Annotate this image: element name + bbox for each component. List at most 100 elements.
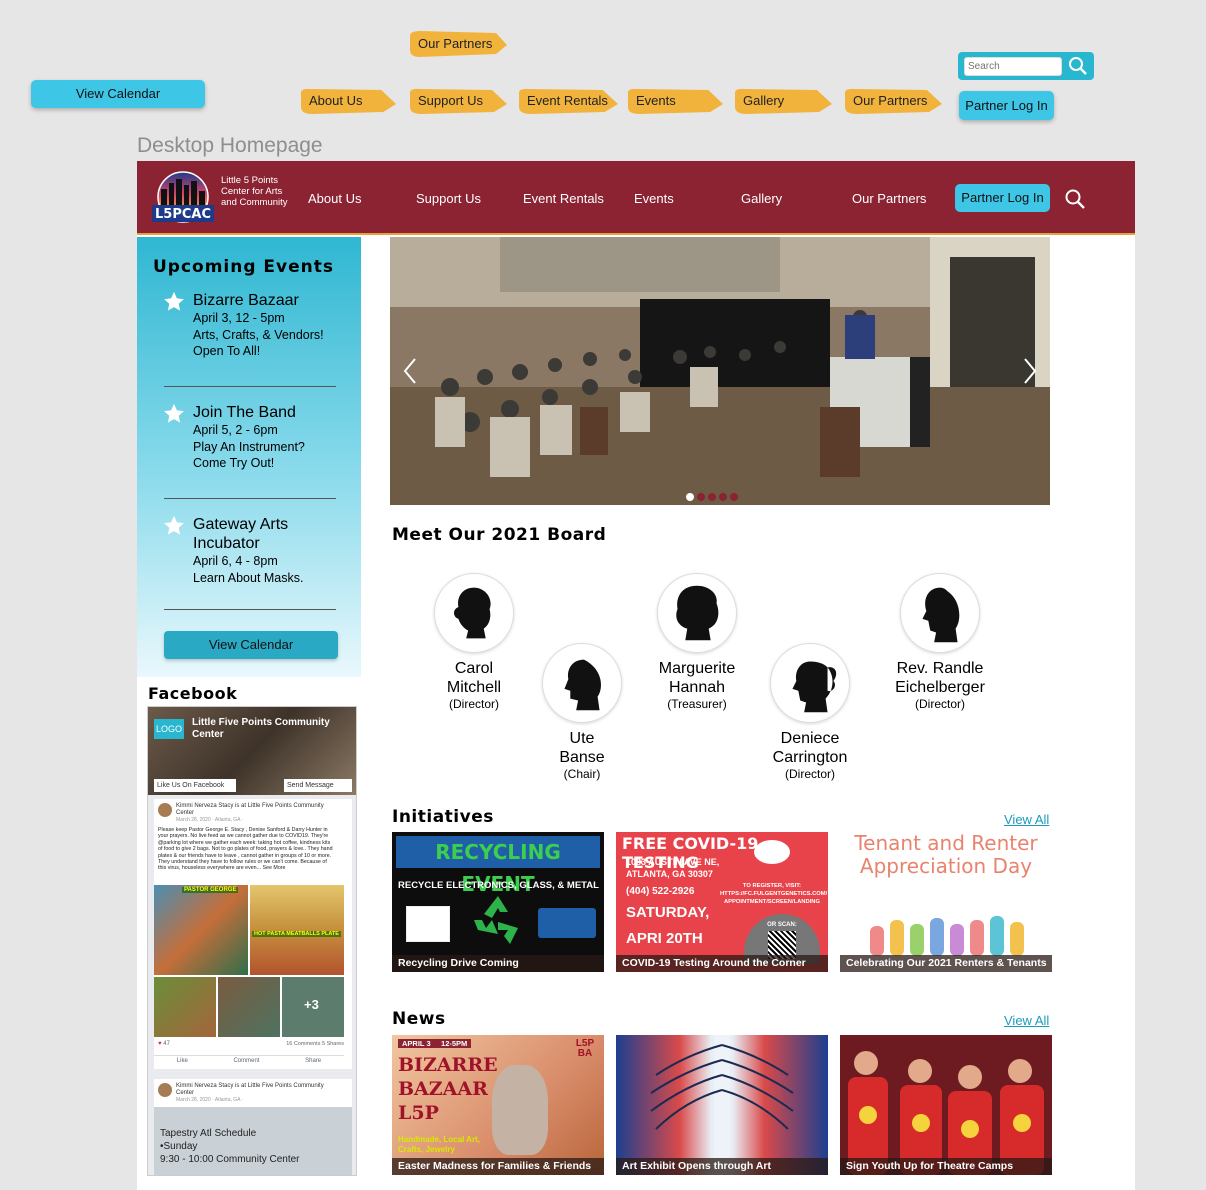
event-detail: April 3, 12 - 5pm: [193, 311, 285, 325]
board-member[interactable]: Carol Mitchell (Director): [414, 573, 534, 711]
silhouette-avatar: [657, 573, 737, 653]
more-photos-count: +3: [304, 997, 319, 1012]
nav-about-us[interactable]: About Us: [308, 191, 361, 206]
board-member-name: Carol Mitchell: [446, 660, 502, 696]
site-logo[interactable]: L5PCAC: [151, 171, 215, 225]
board-member-name: Deniece Carrington: [772, 730, 848, 766]
post-body: Please keep Pastor George E. Stacy , Den…: [158, 827, 333, 872]
facebook-title: Facebook: [148, 684, 238, 703]
facebook-like-button[interactable]: Like Us On Facebook: [154, 779, 236, 792]
nav-event-rentals[interactable]: Event Rentals: [523, 191, 604, 206]
silhouette-avatar: [770, 643, 850, 723]
news-card-art-exhibit[interactable]: Art Exhibit Opens through Art: [616, 1035, 828, 1175]
news-view-all-link[interactable]: View All: [1004, 1013, 1049, 1028]
initiatives-view-all-link[interactable]: View All: [1004, 812, 1049, 827]
carousel-dots: [686, 488, 741, 505]
search-icon[interactable]: [1064, 188, 1086, 215]
card-caption: Celebrating Our 2021 Renters & Tenants: [840, 955, 1052, 972]
initiative-card-recycling[interactable]: RECYCLING EVENT RECYCLE ELECTRONICS, GLA…: [392, 832, 604, 972]
hero-photo: [390, 237, 1050, 505]
card-date: APRI 20TH: [626, 930, 703, 947]
event-item[interactable]: Bizarre Bazaar April 3, 12 - 5pm Arts, C…: [163, 291, 343, 360]
facebook-like-action[interactable]: Like: [177, 1058, 188, 1064]
post-photo[interactable]: PASTOR GEORGE: [154, 885, 248, 975]
facebook-post: Kimmi Nerveza Stacy is at Little Five Po…: [154, 799, 352, 1069]
view-calendar-button[interactable]: View Calendar: [164, 631, 338, 659]
nav-partner-login-button[interactable]: Partner Log In: [955, 184, 1050, 212]
nav-events[interactable]: Events: [634, 191, 674, 206]
post-author[interactable]: Kimmi Nerveza Stacy is at Little Five Po…: [176, 1083, 326, 1097]
event-item[interactable]: Join The Band April 5, 2 - 6pm Play An I…: [163, 403, 343, 472]
initiative-card-covid-testing[interactable]: FREE COVID-19 TESTING 1083 AUSTIN AVE NE…: [616, 832, 828, 972]
board-member-role: (Director): [785, 767, 835, 781]
carousel-dot[interactable]: [719, 493, 727, 501]
carousel-dot[interactable]: [730, 493, 738, 501]
carousel-dot[interactable]: [697, 493, 705, 501]
silhouette-avatar: [900, 573, 980, 653]
carousel-dot[interactable]: [708, 493, 716, 501]
event-detail: Come Try Out!: [193, 456, 275, 470]
news-card-theatre-camps[interactable]: Sign Youth Up for Theatre Camps: [840, 1035, 1052, 1175]
post-photo[interactable]: HOT PASTA MEATBALLS PLATE: [250, 885, 344, 975]
annotation-partner-login-button[interactable]: Partner Log In: [959, 91, 1054, 120]
initiative-card-tenant-day[interactable]: Tenant and Renter Appreciation Day Celeb…: [840, 832, 1052, 972]
card-register-text: TO REGISTER, VISIT: HTTPS://FC.FULGENTGE…: [720, 883, 828, 905]
board-member[interactable]: Rev. Randle Eichelberger (Director): [880, 573, 1000, 711]
event-title: Gateway Arts Incubator: [193, 516, 289, 552]
annotation-menu-our-partners[interactable]: Our Partners: [843, 87, 943, 115]
main-nav: L5PCAC Little 5 Points Center for Arts a…: [137, 161, 1135, 235]
annotation-view-calendar-button[interactable]: View Calendar: [31, 80, 205, 108]
post-photo-more[interactable]: +3: [282, 977, 344, 1037]
post-photo[interactable]: [218, 977, 280, 1037]
facebook-post: Kimmi Nerveza Stacy is at Little Five Po…: [154, 1079, 352, 1175]
facebook-feed[interactable]: LOGO Little Five Points Community Center…: [147, 706, 357, 1176]
event-detail: Open To All!: [193, 344, 261, 358]
card-caption: COVID-19 Testing Around the Corner: [616, 955, 828, 972]
annotation-search-input[interactable]: [964, 57, 1062, 76]
board-member[interactable]: Ute Banse (Chair): [522, 643, 642, 781]
annotation-menu-label: Event Rentals: [527, 93, 608, 108]
event-title: Bizarre Bazaar: [193, 292, 299, 309]
annotation-menu-gallery[interactable]: Gallery: [733, 87, 833, 115]
annotation-search-box[interactable]: [958, 52, 1094, 80]
carousel-dot[interactable]: [686, 493, 694, 501]
divider: [164, 498, 336, 499]
post-date: March 28, 2020 · Atlanta, GA ·: [176, 817, 244, 823]
carousel-prev-arrow[interactable]: [402, 357, 418, 390]
board-member-role: (Treasurer): [667, 697, 727, 711]
board-member[interactable]: Deniece Carrington (Director): [750, 643, 870, 781]
carousel-next-arrow[interactable]: [1022, 357, 1038, 390]
facebook-comment-action[interactable]: Comment: [233, 1058, 259, 1064]
annotation-menu-events[interactable]: Events: [626, 87, 724, 115]
event-item[interactable]: Gateway Arts Incubator April 6, 4 - 8pm …: [163, 515, 343, 586]
hands-illustration: [870, 916, 1024, 956]
annotation-menu-label: About Us: [309, 93, 363, 108]
annotation-our-partners-top[interactable]: Our Partners: [408, 30, 508, 58]
facebook-share-action[interactable]: Share: [305, 1058, 321, 1064]
facebook-page-name[interactable]: Little Five Points Community Center: [192, 717, 356, 741]
avatar: [158, 803, 172, 817]
board-member-name: Ute Banse: [559, 730, 605, 766]
event-detail: Arts, Crafts, & Vendors!: [193, 327, 324, 342]
recycle-icon: [470, 890, 526, 951]
board-member-role: (Director): [449, 697, 499, 711]
event-detail: Play An Instrument?: [193, 439, 305, 454]
post-photo[interactable]: [154, 977, 216, 1037]
avatar: [158, 1083, 172, 1097]
search-icon[interactable]: [1068, 56, 1088, 81]
facebook-send-message-button[interactable]: Send Message: [284, 779, 352, 792]
hero-carousel[interactable]: [390, 237, 1050, 505]
post-author[interactable]: Kimmi Nerveza Stacy is at Little Five Po…: [176, 803, 326, 817]
nav-gallery[interactable]: Gallery: [741, 191, 782, 206]
board-member[interactable]: Marguerite Hannah (Treasurer): [637, 573, 757, 711]
partner-logo: [538, 908, 596, 938]
annotation-menu-about-us[interactable]: About Us: [299, 87, 397, 115]
post-image[interactable]: Tapestry Atl Schedule •Sunday 9:30 - 10:…: [154, 1107, 352, 1175]
star-icon: [163, 403, 185, 430]
nav-support-us[interactable]: Support Us: [416, 191, 481, 206]
annotation-menu-event-rentals[interactable]: Event Rentals: [517, 87, 619, 115]
nav-our-partners[interactable]: Our Partners: [852, 191, 926, 206]
news-card-bizarre-bazaar[interactable]: APRIL 3 12-5PM BIZARRE BAZAAR L5P L5P BA…: [392, 1035, 604, 1175]
annotation-menu-support-us[interactable]: Support Us: [408, 87, 508, 115]
art-illustration: [650, 1035, 794, 1175]
